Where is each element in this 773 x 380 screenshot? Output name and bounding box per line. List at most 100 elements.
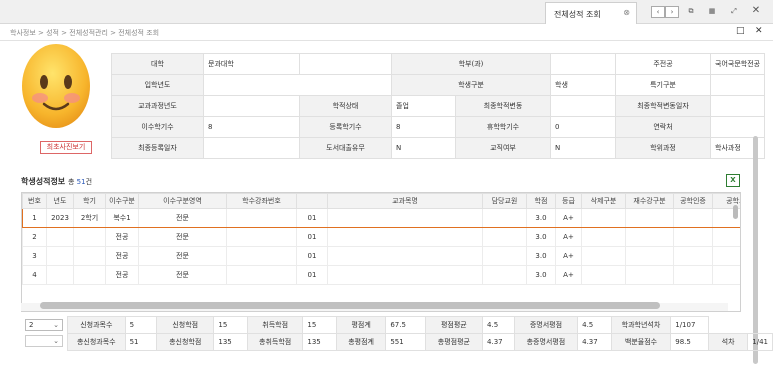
column-header[interactable]: 이수구분: [105, 193, 139, 209]
info-value: [550, 95, 616, 117]
table-cell: [625, 208, 674, 228]
table-cell: [712, 227, 740, 247]
table-row[interactable]: 1 2023 2학기 복수1 전문 01 3.0 A+: [22, 208, 740, 228]
table-cell: [482, 208, 527, 228]
next-tab-icon[interactable]: ›: [665, 6, 679, 18]
grades-grid: 번호 년도 학기 이수구분 이수구분영역 학수강좌번호 교과목명 담당교원 학점…: [21, 192, 741, 312]
table-cell: 3.0: [526, 246, 556, 266]
table-cell: 전공: [105, 265, 139, 285]
table-cell: [73, 227, 106, 247]
tab-overall-grades[interactable]: 전체성적 조회 ⊗: [545, 2, 637, 24]
column-header[interactable]: 담당교원: [482, 193, 527, 209]
excel-export-icon[interactable]: X: [726, 174, 740, 187]
chevron-down-icon: ⌄: [53, 321, 59, 329]
info-value: N: [391, 137, 456, 159]
table-row[interactable]: 2 전공 전문 01 3.0 A+: [22, 227, 740, 247]
table-cell: [581, 246, 626, 266]
prev-tab-icon[interactable]: ‹: [651, 6, 665, 18]
total-select[interactable]: ⌄: [25, 335, 63, 347]
original-photo-button[interactable]: 최초사진보기: [40, 141, 92, 154]
grid-header-row: 번호 년도 학기 이수구분 이수구분영역 학수강좌번호 교과목명 담당교원 학점…: [22, 193, 740, 209]
table-cell: 4: [22, 265, 47, 285]
summary-value: 15: [302, 316, 337, 334]
record-count: 총 51건: [68, 178, 92, 186]
info-value: [709, 116, 766, 138]
table-cell: [581, 265, 626, 285]
info-value: [709, 95, 766, 117]
table-cell: [327, 208, 483, 228]
table-cell: [482, 246, 527, 266]
table-row[interactable]: 3 전공 전문 01 3.0 A+: [22, 246, 740, 266]
info-label: 휴학학기수: [455, 116, 551, 138]
table-cell: 3.0: [526, 208, 556, 228]
table-cell: [625, 246, 674, 266]
info-value: [550, 53, 616, 75]
vertical-scrollbar-thumb[interactable]: [733, 205, 738, 219]
tab-label: 전체성적 조회: [554, 10, 601, 19]
info-value: [299, 53, 392, 75]
table-cell: [46, 246, 74, 266]
summary-value: 4.5: [577, 316, 612, 334]
info-label: 학부(과): [391, 53, 551, 75]
column-header[interactable]: 공학인증: [673, 193, 713, 209]
info-value: 0: [550, 116, 616, 138]
table-cell: [673, 265, 713, 285]
table-cell: A+: [555, 208, 582, 228]
grid-layout-icon[interactable]: ▦: [705, 6, 719, 18]
info-label: 특기구분: [615, 74, 711, 96]
summary-label: 증명서평점: [513, 316, 579, 334]
info-value: [203, 137, 300, 159]
table-cell: 1: [22, 208, 47, 228]
column-header[interactable]: 년도: [46, 193, 74, 209]
table-cell: A+: [555, 265, 582, 285]
summary-value: 4.37: [482, 333, 515, 351]
breadcrumb-bar: 학사정보 > 성적 > 전체성적관리 > 전체성적 조회 □ ✕: [0, 24, 773, 41]
table-cell: [712, 265, 740, 285]
summary-value: 51: [124, 333, 158, 351]
summary-value: 67.5: [385, 316, 426, 334]
column-header[interactable]: 번호: [22, 193, 47, 209]
info-value: [709, 74, 766, 96]
student-info-table: 대학 문과대학 학부(과) 주전공 국어국문학전공 입학년도 학생구분 학생 특…: [111, 53, 766, 159]
table-cell: 01: [296, 265, 328, 285]
close-all-icon[interactable]: ✕: [749, 6, 763, 18]
table-cell: [73, 265, 106, 285]
column-header[interactable]: 교과목명: [327, 193, 483, 209]
grade-summary-table: 2 ⌄ 신청과목수 5 신청학점 15 취득학점 15 평점계 67.5 평점평균 4.5 증명서평점…: [21, 316, 773, 351]
info-label: 학생구분: [391, 74, 551, 96]
info-value: [203, 74, 392, 96]
column-header[interactable]: 학점: [526, 193, 556, 209]
horizontal-scrollbar-thumb[interactable]: [40, 302, 660, 309]
window-list-icon[interactable]: ⧉: [684, 6, 698, 18]
table-cell: 3.0: [526, 265, 556, 285]
column-header[interactable]: 삭제구분: [581, 193, 626, 209]
table-cell: [226, 246, 297, 266]
semester-select[interactable]: 2 ⌄: [25, 319, 63, 331]
column-header[interactable]: 학기: [73, 193, 106, 209]
column-header[interactable]: 등급: [555, 193, 582, 209]
semester-select-value: 2: [29, 321, 34, 329]
summary-label: 백분율점수: [610, 333, 672, 351]
summary-label: 총신청과목수: [67, 333, 126, 351]
fullscreen-icon[interactable]: ⤢: [727, 6, 741, 18]
table-cell: [625, 265, 674, 285]
column-header[interactable]: 학수강좌번호: [226, 193, 297, 209]
count-suffix: 건: [85, 178, 93, 186]
info-label: 최종학적변동일자: [615, 95, 711, 117]
chevron-down-icon: ⌄: [53, 337, 59, 345]
table-cell: 전문: [138, 246, 227, 266]
minimize-icon[interactable]: □: [736, 26, 745, 36]
column-header[interactable]: [296, 193, 328, 209]
column-header[interactable]: 이수구분영역: [138, 193, 227, 209]
info-value: 국어국문학전공: [709, 53, 766, 75]
info-value: 8: [203, 116, 300, 138]
table-cell: [327, 246, 483, 266]
info-label: 주전공: [615, 53, 711, 75]
table-row[interactable]: 4 전공 전문 01 3.0 A+: [22, 265, 740, 285]
info-value: 문과대학: [203, 53, 300, 75]
close-tab-icon[interactable]: ⊗: [623, 8, 630, 17]
summary-value: 1/41: [747, 333, 773, 351]
column-header[interactable]: 재수강구분: [625, 193, 674, 209]
close-window-icon[interactable]: ✕: [755, 26, 763, 36]
table-cell: 전문: [138, 227, 227, 247]
